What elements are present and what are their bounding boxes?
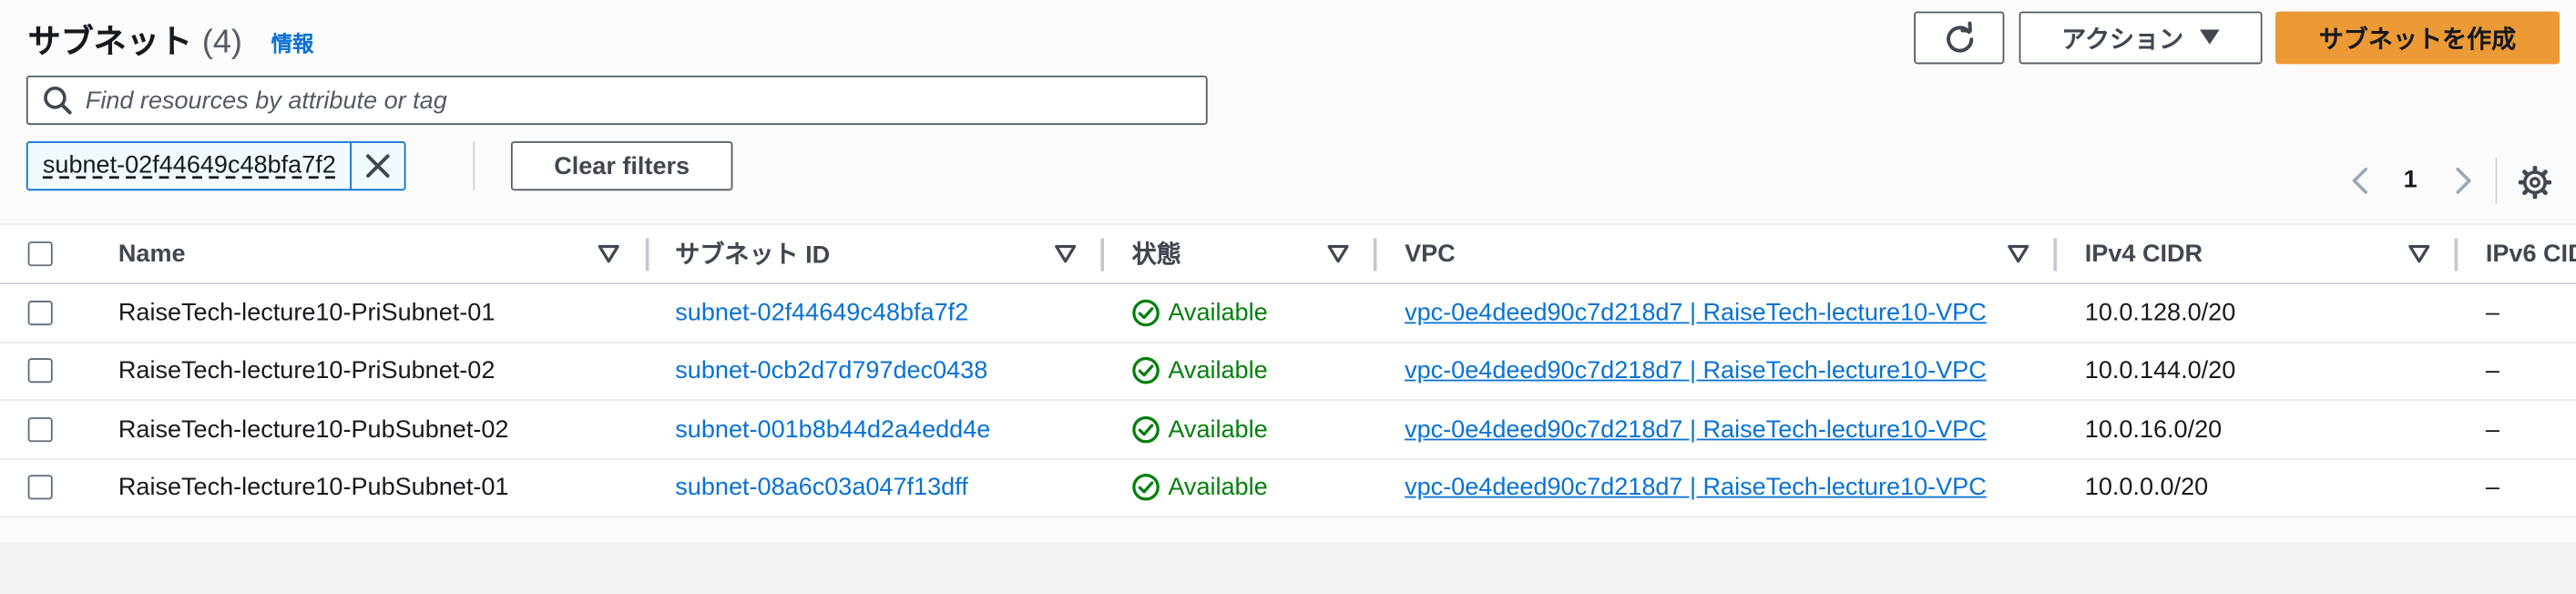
search-input[interactable] (85, 86, 1170, 115)
cell-vpc-link[interactable]: vpc-0e4deed90c7d218d7 | RaiseTech-lectur… (1405, 401, 1987, 457)
cell-name: RaiseTech-lecture10-PubSubnet-02 (118, 415, 509, 444)
table-row[interactable]: RaiseTech-lecture10-PriSubnet-01 subnet-… (0, 284, 2576, 343)
status-text: Available (1168, 473, 1268, 502)
info-link[interactable]: 情報 (271, 26, 314, 57)
cell-status: Available (1132, 343, 1268, 399)
column-divider[interactable] (1373, 238, 1377, 271)
check-circle-icon (1132, 299, 1160, 326)
check-circle-icon (1132, 474, 1160, 502)
content-background (0, 542, 2576, 594)
subnets-table: Name サブネット ID 状態 VPC IPv4 CIDR IPv6 CIDR… (0, 223, 2576, 518)
status-text: Available (1168, 356, 1268, 385)
gear-icon[interactable] (2518, 166, 2551, 200)
status-text: Available (1168, 415, 1268, 444)
cell-subnet-id-link[interactable]: subnet-0cb2d7d797dec0438 (675, 343, 987, 399)
cell-ipv4-cidr: 10.0.144.0/20 (2084, 356, 2236, 385)
cell-ipv6-cidr: – (2485, 298, 2499, 327)
chevron-left-icon[interactable] (2346, 166, 2376, 195)
column-header-state[interactable]: 状態 (1132, 225, 1181, 282)
select-all-cell (27, 225, 53, 282)
row-select-cell (27, 401, 53, 457)
table-header: Name サブネット ID 状態 VPC IPv4 CIDR IPv6 CIDR (0, 225, 2576, 285)
table-row[interactable]: RaiseTech-lecture10-PriSubnet-02 subnet-… (0, 343, 2576, 402)
cell-subnet-id-link[interactable]: subnet-001b8b44d2a4edd4e (675, 401, 990, 457)
cell-vpc-link[interactable]: vpc-0e4deed90c7d218d7 | RaiseTech-lectur… (1405, 284, 1987, 341)
subnets-page: サブネット(4) 情報 アクション サブネットを作成 subnet-02f446… (0, 0, 2576, 594)
page-title: サブネット (4) (28, 15, 242, 62)
filter-token-remove-button[interactable] (353, 143, 405, 189)
cell-vpc-link[interactable]: vpc-0e4deed90c7d218d7 | RaiseTech-lectur… (1405, 459, 1987, 516)
filter-divider (473, 141, 475, 191)
cell-ipv4-cidr: 10.0.128.0/20 (2084, 298, 2236, 327)
row-select-cell (27, 284, 53, 341)
sort-caret-icon[interactable] (1327, 244, 1349, 263)
clear-filters-button[interactable]: Clear filters (510, 141, 733, 191)
filter-token: subnet-02f44649c48bfa7f2 (26, 141, 407, 191)
column-header-ipv4-cidr[interactable]: IPv4 CIDR (2085, 225, 2203, 282)
refresh-icon (1946, 21, 1973, 53)
cell-name: RaiseTech-lecture10-PriSubnet-02 (118, 356, 496, 385)
cell-ipv4-cidr: 10.0.0.0/20 (2084, 473, 2209, 502)
chevron-right-icon[interactable] (2448, 166, 2477, 195)
cell-name: RaiseTech-lecture10-PriSubnet-01 (118, 298, 496, 327)
row-checkbox[interactable] (27, 416, 53, 442)
cell-subnet-id-link[interactable]: subnet-02f44649c48bfa7f2 (675, 284, 968, 341)
row-checkbox[interactable] (27, 300, 53, 325)
row-select-cell (27, 343, 53, 399)
column-header-vpc[interactable]: VPC (1405, 225, 1456, 282)
status-text: Available (1168, 298, 1268, 327)
check-circle-icon (1132, 357, 1160, 384)
column-divider[interactable] (2454, 238, 2458, 271)
column-header-subnet-id[interactable]: サブネット ID (675, 225, 830, 282)
row-checkbox[interactable] (27, 475, 53, 500)
check-circle-icon (1132, 415, 1160, 443)
sort-caret-icon[interactable] (2408, 244, 2430, 263)
page-title-text: サブネット (27, 25, 193, 61)
actions-label: アクション (2061, 25, 2184, 54)
create-subnet-button[interactable]: サブネットを作成 (2274, 11, 2561, 65)
column-header-ipv6-cidr[interactable]: IPv6 CIDR (2486, 225, 2576, 282)
sort-caret-icon[interactable] (598, 244, 619, 263)
table-row[interactable]: RaiseTech-lecture10-PubSubnet-01 subnet-… (0, 459, 2576, 518)
cell-ipv6-cidr: – (2485, 415, 2499, 444)
row-select-cell (27, 459, 53, 516)
cell-ipv6-cidr: – (2485, 356, 2499, 385)
cell-status: Available (1132, 401, 1268, 457)
cell-status: Available (1132, 459, 1268, 516)
search-bar[interactable] (26, 75, 1208, 126)
select-all-checkbox[interactable] (27, 241, 53, 267)
sort-caret-icon[interactable] (2008, 244, 2029, 263)
filter-token-label[interactable]: subnet-02f44649c48bfa7f2 (28, 142, 353, 189)
column-divider[interactable] (645, 238, 649, 271)
cell-ipv6-cidr: – (2485, 473, 2499, 502)
pagination-current-page[interactable]: 1 (2404, 166, 2418, 194)
column-divider[interactable] (1100, 238, 1105, 271)
table-row[interactable]: RaiseTech-lecture10-PubSubnet-02 subnet-… (0, 401, 2576, 460)
row-checkbox[interactable] (27, 358, 53, 384)
pagination-divider (2495, 158, 2498, 204)
column-divider[interactable] (2053, 238, 2058, 271)
cell-ipv4-cidr: 10.0.16.0/20 (2084, 415, 2223, 444)
sort-caret-icon[interactable] (1055, 244, 1077, 263)
close-icon (366, 154, 391, 178)
resource-count: (4) (201, 25, 242, 61)
caret-down-icon (2200, 29, 2220, 45)
search-icon (44, 87, 72, 115)
cell-vpc-link[interactable]: vpc-0e4deed90c7d218d7 | RaiseTech-lectur… (1405, 343, 1987, 399)
column-header-name[interactable]: Name (118, 225, 186, 282)
refresh-button[interactable] (1914, 11, 2005, 65)
actions-dropdown-button[interactable]: アクション (2019, 11, 2263, 65)
cell-status: Available (1132, 284, 1268, 341)
cell-name: RaiseTech-lecture10-PubSubnet-01 (118, 473, 509, 502)
cell-subnet-id-link[interactable]: subnet-08a6c03a047f13dff (675, 459, 967, 516)
